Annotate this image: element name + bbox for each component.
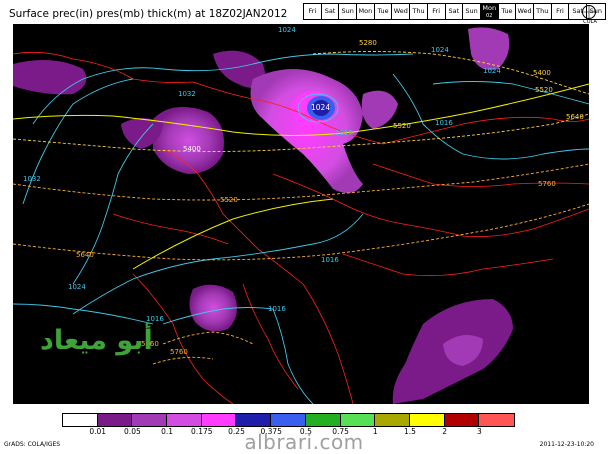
day-label: Wed (393, 7, 408, 15)
day-cell: Sun (339, 4, 358, 19)
day-label: Sat (448, 7, 460, 15)
isobar-label: 1016 (146, 315, 164, 323)
isobar-label: 1024 (483, 67, 501, 75)
day-cell: Wed (392, 4, 411, 19)
day-label: Tue (377, 7, 389, 15)
site-watermark: albrari.com (244, 430, 364, 454)
colorbar-swatch (201, 414, 237, 426)
isobar-label: 1016 (268, 305, 286, 313)
day-label: Sun (341, 7, 354, 15)
colorbar-swatch (271, 414, 306, 426)
day-label: Tue (501, 7, 513, 15)
map-title: Surface prec(in) pres(mb) thick(m) at 18… (9, 8, 288, 20)
colorbar-swatch (63, 414, 98, 426)
isobar-label: 1024 (431, 46, 449, 54)
colorbar-swatch (409, 414, 445, 426)
thickness-label: 5640 (566, 113, 584, 121)
day-cell: Fri (551, 4, 570, 19)
day-cell: Mon 02 (480, 4, 499, 19)
thickness-label: 5520 (393, 122, 411, 130)
isobar-label: 1032 (178, 90, 196, 98)
day-label: Wed (517, 7, 532, 15)
colorbar-swatch (236, 414, 272, 426)
isobar-label: 1016 (435, 119, 453, 127)
day-cell: Mon (357, 4, 375, 19)
thickness-label: 5640 (76, 251, 94, 259)
isobar-label: 1016 (321, 256, 339, 264)
day-cell: Sun (463, 4, 481, 19)
day-label: Sun (465, 7, 478, 15)
forecast-day-strip: Fri Sat Sun Mon Tue Wed Thu Fri Sat Sun Mon 02 Tue We… (303, 3, 606, 20)
colorbar-swatch (97, 414, 133, 426)
day-label: Thu (412, 7, 425, 15)
day-cell: Fri (427, 4, 446, 19)
day-cell: Thu (533, 4, 552, 19)
isobar-label: 1032 (23, 175, 41, 183)
day-label: Mon (482, 4, 497, 12)
day-label: Fri (308, 7, 317, 15)
colorbar-swatch (305, 414, 341, 426)
day-cell: Wed (516, 4, 534, 19)
day-label: Mon (358, 7, 373, 15)
colorbar-swatch (479, 414, 514, 426)
colorbar-swatch (167, 414, 202, 426)
day-label: Fri (432, 7, 441, 15)
precipitation-colorbar (62, 413, 515, 427)
day-cell: Sat (321, 4, 340, 19)
day-cell: Tue (374, 4, 393, 19)
day-cell: Tue (498, 4, 517, 19)
high-pressure-center-label: 1024 (311, 103, 330, 112)
day-cell: Thu (410, 4, 428, 19)
thickness-label: 5520 (535, 86, 553, 94)
day-cell: Fri (304, 4, 322, 19)
isobar-label: 1024 (278, 26, 296, 34)
day-cell: Sat (445, 4, 464, 19)
thickness-label: 5280 (359, 39, 377, 47)
day-label: Fri (556, 7, 564, 15)
day-label: Sat (324, 7, 336, 15)
colorbar-swatch (132, 414, 168, 426)
isobar-label: 1024 (68, 283, 86, 291)
thickness-label: 5760 (538, 180, 556, 188)
colorbar-swatch (375, 414, 410, 426)
day-label: Thu (536, 7, 549, 15)
author-signature: أبو ميعاد (40, 325, 153, 356)
thickness-label: 5400 (183, 145, 201, 153)
thickness-label: 5760 (170, 348, 188, 356)
thickness-label: 5400 (533, 69, 551, 77)
thickness-label: 5520 (220, 196, 238, 204)
colorbar-swatch (340, 414, 376, 426)
isobar-label: 1016 (335, 129, 353, 137)
colorbar-swatch (444, 414, 480, 426)
day-sub-label: 02 (486, 13, 493, 19)
